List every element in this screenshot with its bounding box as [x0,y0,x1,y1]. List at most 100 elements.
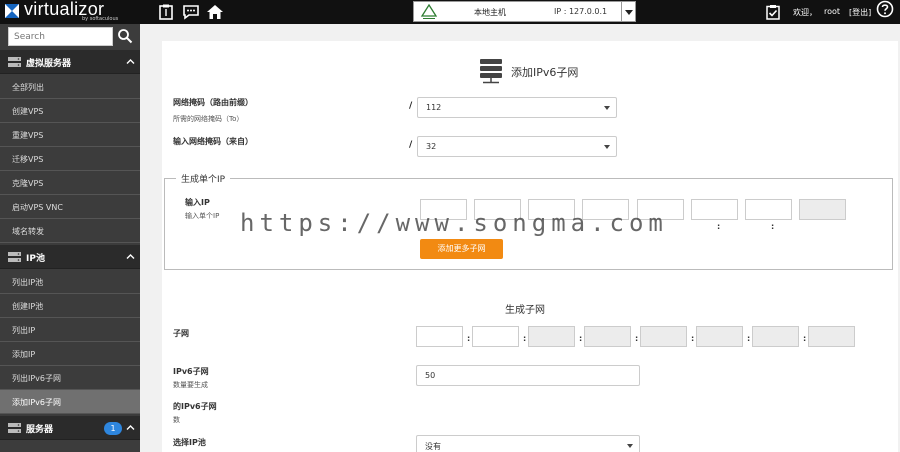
sidebar-item-list-ip[interactable]: 列出IP [0,318,140,342]
ip-pool-select[interactable]: 没有 [416,435,640,452]
single-ip-segment-3[interactable] [528,199,575,220]
subnet-label: 子网 [173,329,189,338]
chevron-up-icon[interactable] [126,57,135,66]
form-panel: 添加IPv6子网 网络掩码（路由前缀） 所需的网络掩码（To） / 112 输入… [162,41,898,452]
subnet-segment-4 [584,326,631,347]
chevron-down-icon[interactable] [621,2,635,21]
sidebar-item-label: 创建VPS [12,107,44,116]
subnet-colon: : [803,334,807,343]
sidebar-section-label: IP池 [26,254,45,264]
input-ip-label: 输入IP [185,198,210,207]
single-ip-segment-6[interactable] [691,199,738,220]
sidebar-item-label: 克隆VPS [12,179,44,188]
sidebar-item-create-vps[interactable]: 创建VPS [0,99,140,123]
chat-icon[interactable] [182,3,200,21]
main-content: 添加IPv6子网 网络掩码（路由前缀） 所需的网络掩码（To） / 112 输入… [140,24,900,452]
sidebar-item-label: 列出IP池 [12,278,44,287]
notification-badge: 1 [104,422,122,435]
sidebar-item-label: 添加IPv6子网 [12,398,62,407]
search-input[interactable] [8,27,113,46]
ipv6-subnet-count-input[interactable]: 50 [416,365,640,386]
host-ip: IP : 127.0.0.1 [554,7,608,16]
of-ipv6-subnet-label: 的IPv6子网 [173,402,217,411]
subnet-colon: : [635,334,639,343]
sidebar-item-label: 重建VPS [12,131,44,140]
single-ip-segment-1[interactable] [420,199,467,220]
sidebar-item-label: 添加IP [12,350,36,359]
sidebar-item-add-ip[interactable]: 添加IP [0,342,140,366]
search-icon[interactable] [117,28,133,44]
sidebar-item-label: 启动VPS VNC [12,203,63,212]
page-title: 添加IPv6子网 [511,66,579,79]
sidebar-item-domain-forward[interactable]: 域名转发 [0,219,140,243]
server-icon [8,423,21,433]
generate-subnet-title: 生成子网 [505,305,545,316]
subnet-colon: : [691,334,695,343]
single-ip-segment-7[interactable] [745,199,792,220]
netmask-hint: 所需的网络掩码（To） [173,115,244,123]
sidebar-item-list-all[interactable]: 全部列出 [0,75,140,99]
host-selector[interactable]: 本地主机 IP : 127.0.0.1 [413,1,636,22]
sidebar-item-list-ipv6-subnet[interactable]: 列出IPv6子网 [0,366,140,390]
sidebar-item-label: 全部列出 [12,83,44,92]
logout-link[interactable]: [登出] [849,7,871,18]
home-icon[interactable] [206,3,224,21]
netmask-select[interactable]: 112 [417,97,617,118]
single-ip-segment-2[interactable] [474,199,521,220]
brand-sub: by softaculous [82,16,119,22]
input-netmask-slash: / [409,140,413,150]
subnet-segment-1[interactable] [416,326,463,347]
server-icon [8,57,21,67]
choose-ip-pool-label: 选择IP池 [173,438,206,447]
chevron-up-icon[interactable] [126,423,135,432]
of-ipv6-subnet-hint: 数 [173,416,180,424]
server-icon [8,252,21,262]
sidebar-section-servers[interactable]: 服务器 1 [0,416,140,440]
netmask-slash: / [409,101,413,111]
ip-colon: : [717,222,721,231]
sidebar-item-add-ipv6-subnet[interactable]: 添加IPv6子网 [0,390,140,414]
sidebar-section-ip-pool[interactable]: IP池 [0,245,140,269]
subnet-segment-8 [808,326,855,347]
help-icon[interactable] [876,0,894,18]
single-ip-segment-8 [799,199,846,220]
host-logo-icon [420,4,438,19]
chevron-up-icon[interactable] [126,252,135,261]
sidebar-item-migrate-vps[interactable]: 迁移VPS [0,147,140,171]
sidebar-item-rebuild-vps[interactable]: 重建VPS [0,123,140,147]
ipv6-subnet-label: IPv6子网 [173,367,209,376]
add-more-subnets-button[interactable]: 添加更多子网 [420,239,503,259]
sidebar-section-label: 服务器 [26,425,54,435]
input-netmask-label: 输入网络掩码（来自） [173,137,253,146]
sidebar-item-label: 域名转发 [12,227,44,236]
brand-logo[interactable]: virtualizor by softaculous [2,0,138,24]
sidebar-item-create-ip-pool[interactable]: 创建IP池 [0,294,140,318]
username: root [824,7,841,16]
subnet-segment-3 [528,326,575,347]
sidebar-item-clone-vps[interactable]: 克隆VPS [0,171,140,195]
host-name: 本地主机 [474,8,506,17]
sidebar-section-vps[interactable]: 虚拟服务器 [0,50,140,74]
input-ip-hint: 输入单个IP [185,212,220,220]
input-netmask-select[interactable]: 32 [417,136,617,157]
subnet-segment-5 [640,326,687,347]
single-ip-segment-5[interactable] [637,199,684,220]
netmask-label: 网络掩码（路由前缀） [173,98,253,107]
subnet-colon: : [467,334,471,343]
welcome-text: 欢迎， [793,8,817,17]
sidebar-item-vps-vnc[interactable]: 启动VPS VNC [0,195,140,219]
sidebar-item-list-ip-pool[interactable]: 列出IP池 [0,270,140,294]
subnet-colon: : [523,334,527,343]
subnet-segment-7 [752,326,799,347]
subnet-colon: : [579,334,583,343]
single-ip-segment-4[interactable] [582,199,629,220]
sidebar-item-label: 创建IP池 [12,302,44,311]
subnet-colon: : [747,334,751,343]
top-bar: virtualizor by softaculous 本地主机 IP : 127… [0,0,900,24]
subnet-segment-2[interactable] [472,326,519,347]
clipboard-icon[interactable] [157,3,175,21]
sidebar-item-label: 列出IPv6子网 [12,374,62,383]
logo-icon [5,4,19,18]
sidebar-item-label: 列出IP [12,326,36,335]
tasks-icon[interactable] [765,4,781,20]
